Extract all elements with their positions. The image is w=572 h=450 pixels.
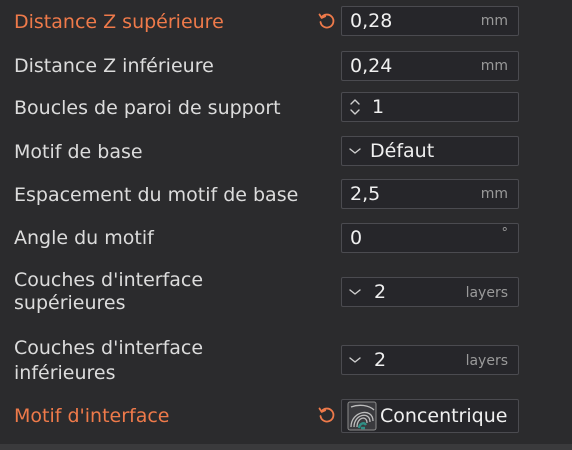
field-value: Défaut bbox=[370, 140, 435, 162]
setting-row-base-pattern: Motif de base Défaut bbox=[0, 130, 572, 174]
chevron-down-icon bbox=[342, 287, 368, 297]
setting-label-line1: Couches d'interface bbox=[14, 269, 204, 291]
unit-label: mm bbox=[480, 186, 508, 202]
unit-label: layers bbox=[465, 285, 508, 301]
support-wall-loops-spinner[interactable]: 1 bbox=[341, 92, 519, 122]
setting-row-support-wall-loops: Boucles de paroi de support 1 bbox=[0, 88, 572, 130]
setting-label: Espacement du motif de base bbox=[14, 184, 299, 206]
setting-row-pattern-angle: Angle du motif 0 ° bbox=[0, 216, 572, 260]
reset-icon[interactable] bbox=[316, 404, 338, 426]
setting-label: Motif de base bbox=[14, 141, 143, 163]
unit-label: layers bbox=[465, 353, 508, 369]
reset-icon[interactable] bbox=[316, 10, 338, 32]
setting-row-top-z-distance: Distance Z supérieure 0,28 mm bbox=[0, 0, 572, 44]
bottom-interface-layers-dropdown[interactable]: 2 layers bbox=[341, 345, 519, 375]
pattern-angle-input[interactable]: 0 ° bbox=[341, 223, 519, 253]
panel-divider bbox=[0, 444, 572, 450]
base-pattern-dropdown[interactable]: Défaut bbox=[341, 136, 519, 166]
unit-label: ° bbox=[501, 226, 509, 241]
setting-label: Distance Z supérieure bbox=[14, 11, 224, 33]
setting-label: Distance Z inférieure bbox=[14, 55, 214, 77]
setting-label-line2: supérieures bbox=[14, 292, 126, 314]
field-value: 2 bbox=[374, 281, 387, 303]
field-value: 0,24 bbox=[350, 55, 393, 77]
bottom-z-distance-input[interactable]: 0,24 mm bbox=[341, 51, 519, 81]
top-z-distance-input[interactable]: 0,28 mm bbox=[341, 6, 519, 36]
setting-row-base-pattern-spacing: Espacement du motif de base 2,5 mm bbox=[0, 174, 572, 216]
setting-row-bottom-interface-layers: Couches d'interface inférieures 2 layers bbox=[0, 330, 572, 394]
base-pattern-spacing-input[interactable]: 2,5 mm bbox=[341, 179, 519, 209]
setting-row-top-interface-layers: Couches d'interface supérieures 2 layers bbox=[0, 262, 572, 326]
setting-label: Motif d'interface bbox=[14, 405, 170, 427]
field-value: 2 bbox=[374, 349, 387, 371]
setting-label: Boucles de paroi de support bbox=[14, 97, 281, 119]
setting-label: Angle du motif bbox=[14, 227, 154, 249]
field-value: 0,28 bbox=[350, 10, 393, 32]
unit-label: mm bbox=[480, 58, 508, 74]
setting-row-interface-pattern: Motif d'interface Concentrique bbox=[0, 396, 572, 440]
chevron-down-icon bbox=[342, 355, 368, 365]
interface-pattern-dropdown[interactable]: Concentrique bbox=[341, 399, 519, 433]
chevron-down-icon bbox=[342, 146, 368, 156]
concentric-pattern-icon bbox=[346, 401, 378, 431]
field-value: Concentrique bbox=[380, 405, 508, 427]
stepper-arrows-icon[interactable] bbox=[342, 93, 368, 121]
field-value: 1 bbox=[372, 96, 385, 118]
setting-label-line2: inférieures bbox=[14, 362, 116, 384]
unit-label: mm bbox=[480, 13, 508, 29]
setting-label-line1: Couches d'interface bbox=[14, 337, 204, 359]
field-value: 0 bbox=[350, 227, 363, 249]
setting-row-bottom-z-distance: Distance Z inférieure 0,24 mm bbox=[0, 44, 572, 88]
field-value: 2,5 bbox=[350, 183, 381, 205]
top-interface-layers-dropdown[interactable]: 2 layers bbox=[341, 277, 519, 307]
